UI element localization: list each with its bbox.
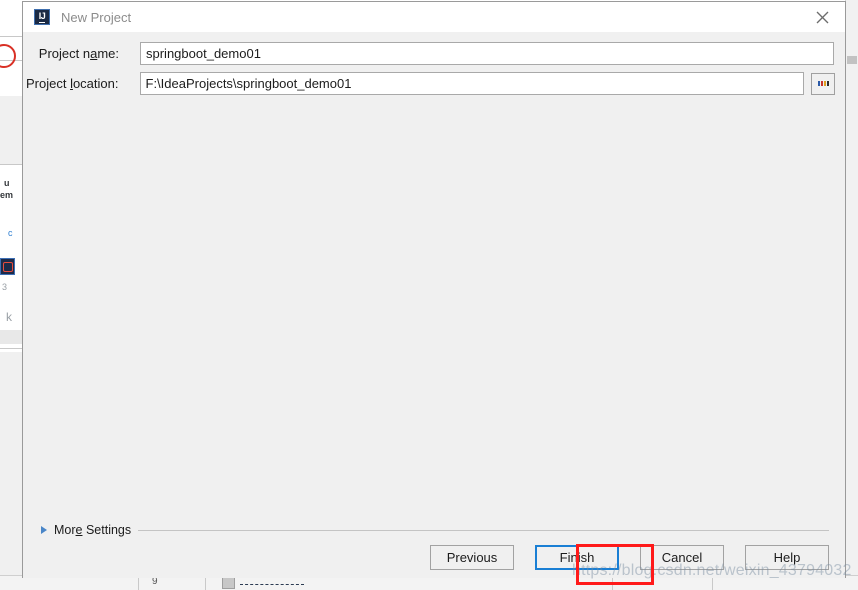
- project-name-input[interactable]: [140, 42, 834, 65]
- dialog-titlebar: IJ New Project: [23, 2, 845, 32]
- project-location-row: Project location:: [23, 72, 835, 95]
- project-name-label: Project name:: [38, 46, 119, 61]
- background-cell-divider: [712, 576, 714, 590]
- background-intellij-icon: [0, 258, 15, 275]
- cancel-button[interactable]: Cancel: [640, 545, 724, 570]
- finish-button[interactable]: Finish: [535, 545, 619, 570]
- background-divider: [0, 348, 22, 349]
- project-name-row: Project name:: [23, 42, 835, 65]
- dialog-button-row: Previous Finish Cancel Help: [430, 545, 829, 570]
- project-location-label: Project location:: [25, 76, 119, 91]
- more-settings-label: More Settings: [54, 523, 132, 537]
- background-text-fragment: 3: [2, 282, 8, 292]
- background-text-fragment: u: [4, 178, 10, 188]
- background-panel: [0, 352, 22, 578]
- background-cell-divider: [205, 576, 207, 590]
- close-icon[interactable]: [800, 2, 845, 32]
- background-text-fragment: em: [0, 190, 14, 200]
- background-panel: [0, 330, 22, 344]
- background-cell-divider: [612, 576, 614, 590]
- intellij-idea-icon: IJ: [34, 9, 50, 25]
- dialog-title: New Project: [61, 9, 132, 25]
- background-text-fragment: c: [8, 228, 13, 238]
- triangle-right-icon: [41, 526, 47, 534]
- ellipsis-icon: [817, 81, 829, 86]
- screen: u em c 3 k 9 IJ New Project Project name…: [0, 0, 858, 590]
- background-panel: [0, 96, 22, 164]
- background-dashed-text: [240, 584, 304, 586]
- background-cell-divider: [138, 576, 140, 590]
- help-button[interactable]: Help: [745, 545, 829, 570]
- background-text-fragment: k: [6, 310, 12, 324]
- background-scrollbar-track[interactable]: [845, 0, 858, 590]
- background-scrollbar-thumb[interactable]: [847, 56, 857, 64]
- dialog-body: Project name: Project location:: [23, 32, 845, 578]
- previous-button[interactable]: Previous: [430, 545, 514, 570]
- background-divider: [0, 36, 22, 37]
- project-location-input[interactable]: [139, 72, 805, 95]
- browse-location-button[interactable]: [811, 72, 835, 95]
- background-divider: [0, 164, 22, 165]
- new-project-dialog: IJ New Project Project name: Project loc…: [22, 1, 846, 578]
- more-settings-toggle[interactable]: More Settings: [41, 523, 829, 537]
- more-settings-separator: [138, 529, 829, 531]
